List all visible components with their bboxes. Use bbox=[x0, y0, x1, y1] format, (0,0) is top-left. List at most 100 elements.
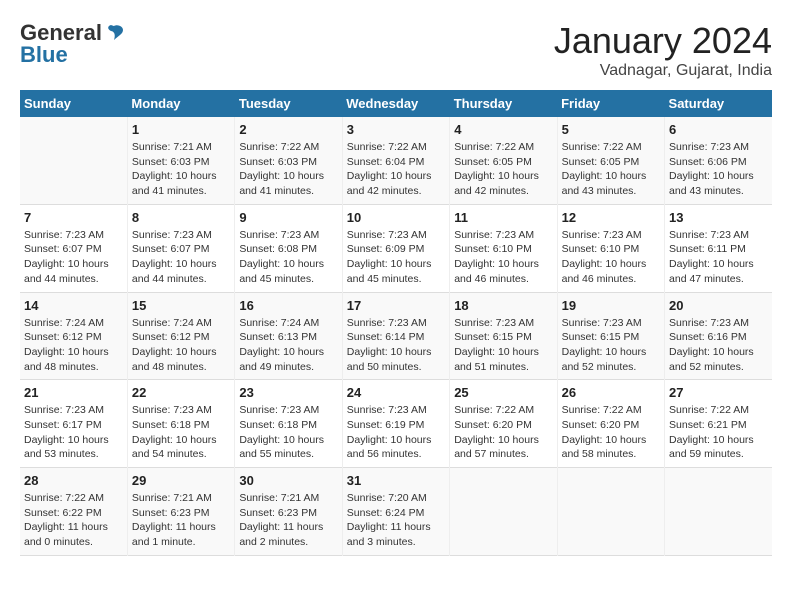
calendar-cell: 6 Sunrise: 7:23 AMSunset: 6:06 PMDaylight… bbox=[665, 117, 772, 204]
day-number: 17 bbox=[347, 298, 445, 313]
calendar-cell bbox=[557, 468, 664, 556]
day-number: 19 bbox=[562, 298, 660, 313]
calendar-week-row: 21Sunrise: 7:23 AMSunset: 6:17 PMDayligh… bbox=[20, 380, 772, 468]
weekday-header: Saturday bbox=[665, 90, 772, 117]
day-number: 21 bbox=[24, 385, 123, 400]
calendar-cell: 2 Sunrise: 7:22 AMSunset: 6:03 PMDaylight… bbox=[235, 117, 342, 204]
calendar-cell: 1 Sunrise: 7:21 AMSunset: 6:03 PMDaylight… bbox=[127, 117, 234, 204]
day-number: 3 bbox=[347, 122, 445, 137]
day-number: 16 bbox=[239, 298, 337, 313]
calendar-cell: 13 Sunrise: 7:23 AMSunset: 6:11 PMDayligh… bbox=[665, 204, 772, 292]
day-info: Sunrise: 7:23 AMSunset: 6:15 PMDaylight:… bbox=[562, 316, 660, 375]
day-info: Sunrise: 7:22 AMSunset: 6:22 PMDaylight:… bbox=[24, 491, 123, 550]
calendar-cell bbox=[20, 117, 127, 204]
calendar-cell: 25Sunrise: 7:22 AMSunset: 6:20 PMDayligh… bbox=[450, 380, 557, 468]
day-number: 6 bbox=[669, 122, 768, 137]
day-info: Sunrise: 7:23 AMSunset: 6:10 PMDaylight:… bbox=[454, 228, 552, 287]
day-info: Sunrise: 7:22 AMSunset: 6:05 PMDaylight:… bbox=[454, 140, 552, 199]
day-number: 5 bbox=[562, 122, 660, 137]
weekday-header: Monday bbox=[127, 90, 234, 117]
day-info: Sunrise: 7:23 AMSunset: 6:06 PMDaylight:… bbox=[669, 140, 768, 199]
day-number: 30 bbox=[239, 473, 337, 488]
logo: General Blue bbox=[20, 20, 125, 68]
calendar-cell: 8 Sunrise: 7:23 AMSunset: 6:07 PMDaylight… bbox=[127, 204, 234, 292]
day-number: 10 bbox=[347, 210, 445, 225]
weekday-header: Tuesday bbox=[235, 90, 342, 117]
weekday-header: Friday bbox=[557, 90, 664, 117]
day-info: Sunrise: 7:23 AMSunset: 6:09 PMDaylight:… bbox=[347, 228, 445, 287]
calendar-cell: 16Sunrise: 7:24 AMSunset: 6:13 PMDayligh… bbox=[235, 292, 342, 380]
day-number: 11 bbox=[454, 210, 552, 225]
logo-blue: Blue bbox=[20, 42, 68, 68]
calendar-body: 1 Sunrise: 7:21 AMSunset: 6:03 PMDaylight… bbox=[20, 117, 772, 555]
calendar-cell: 29 Sunrise: 7:21 AMSunset: 6:23 PMDayligh… bbox=[127, 468, 234, 556]
day-number: 8 bbox=[132, 210, 230, 225]
day-number: 31 bbox=[347, 473, 445, 488]
day-number: 2 bbox=[239, 122, 337, 137]
calendar-cell: 27Sunrise: 7:22 AMSunset: 6:21 PMDayligh… bbox=[665, 380, 772, 468]
day-info: Sunrise: 7:23 AMSunset: 6:10 PMDaylight:… bbox=[562, 228, 660, 287]
day-info: Sunrise: 7:23 AMSunset: 6:11 PMDaylight:… bbox=[669, 228, 768, 287]
calendar-cell: 12 Sunrise: 7:23 AMSunset: 6:10 PMDayligh… bbox=[557, 204, 664, 292]
calendar-cell: 11 Sunrise: 7:23 AMSunset: 6:10 PMDayligh… bbox=[450, 204, 557, 292]
calendar-cell: 9 Sunrise: 7:23 AMSunset: 6:08 PMDaylight… bbox=[235, 204, 342, 292]
day-number: 23 bbox=[239, 385, 337, 400]
day-number: 18 bbox=[454, 298, 552, 313]
calendar-week-row: 28Sunrise: 7:22 AMSunset: 6:22 PMDayligh… bbox=[20, 468, 772, 556]
day-info: Sunrise: 7:22 AMSunset: 6:03 PMDaylight:… bbox=[239, 140, 337, 199]
calendar-cell bbox=[665, 468, 772, 556]
location: Vadnagar, Gujarat, India bbox=[554, 62, 772, 80]
day-info: Sunrise: 7:21 AMSunset: 6:23 PMDaylight:… bbox=[239, 491, 337, 550]
day-info: Sunrise: 7:21 AMSunset: 6:23 PMDaylight:… bbox=[132, 491, 230, 550]
day-info: Sunrise: 7:23 AMSunset: 6:15 PMDaylight:… bbox=[454, 316, 552, 375]
calendar-cell: 19 Sunrise: 7:23 AMSunset: 6:15 PMDayligh… bbox=[557, 292, 664, 380]
weekday-header: Thursday bbox=[450, 90, 557, 117]
calendar-table: SundayMondayTuesdayWednesdayThursdayFrid… bbox=[20, 90, 772, 556]
day-info: Sunrise: 7:23 AMSunset: 6:08 PMDaylight:… bbox=[239, 228, 337, 287]
day-number: 9 bbox=[239, 210, 337, 225]
day-info: Sunrise: 7:21 AMSunset: 6:03 PMDaylight:… bbox=[132, 140, 230, 199]
day-number: 15 bbox=[132, 298, 230, 313]
day-info: Sunrise: 7:23 AMSunset: 6:07 PMDaylight:… bbox=[24, 228, 123, 287]
weekday-header: Sunday bbox=[20, 90, 127, 117]
calendar-cell: 22Sunrise: 7:23 AMSunset: 6:18 PMDayligh… bbox=[127, 380, 234, 468]
calendar-cell: 23 Sunrise: 7:23 AMSunset: 6:18 PMDayligh… bbox=[235, 380, 342, 468]
day-number: 20 bbox=[669, 298, 768, 313]
calendar-cell bbox=[450, 468, 557, 556]
calendar-cell: 21Sunrise: 7:23 AMSunset: 6:17 PMDayligh… bbox=[20, 380, 127, 468]
day-info: Sunrise: 7:24 AMSunset: 6:12 PMDaylight:… bbox=[24, 316, 123, 375]
page-header: General Blue January 2024 Vadnagar, Guja… bbox=[20, 20, 772, 80]
calendar-cell: 15Sunrise: 7:24 AMSunset: 6:12 PMDayligh… bbox=[127, 292, 234, 380]
day-info: Sunrise: 7:23 AMSunset: 6:14 PMDaylight:… bbox=[347, 316, 445, 375]
day-number: 22 bbox=[132, 385, 230, 400]
calendar-cell: 20 Sunrise: 7:23 AMSunset: 6:16 PMDayligh… bbox=[665, 292, 772, 380]
calendar-cell: 30 Sunrise: 7:21 AMSunset: 6:23 PMDayligh… bbox=[235, 468, 342, 556]
day-number: 12 bbox=[562, 210, 660, 225]
day-number: 1 bbox=[132, 122, 230, 137]
logo-bird-icon bbox=[103, 22, 125, 44]
calendar-cell: 4Sunrise: 7:22 AMSunset: 6:05 PMDaylight… bbox=[450, 117, 557, 204]
day-number: 26 bbox=[562, 385, 660, 400]
calendar-week-row: 14Sunrise: 7:24 AMSunset: 6:12 PMDayligh… bbox=[20, 292, 772, 380]
calendar-cell: 18 Sunrise: 7:23 AMSunset: 6:15 PMDayligh… bbox=[450, 292, 557, 380]
calendar-cell: 10 Sunrise: 7:23 AMSunset: 6:09 PMDayligh… bbox=[342, 204, 449, 292]
day-info: Sunrise: 7:22 AMSunset: 6:04 PMDaylight:… bbox=[347, 140, 445, 199]
month-title: January 2024 bbox=[554, 20, 772, 62]
day-number: 13 bbox=[669, 210, 768, 225]
calendar-cell: 28Sunrise: 7:22 AMSunset: 6:22 PMDayligh… bbox=[20, 468, 127, 556]
day-info: Sunrise: 7:22 AMSunset: 6:21 PMDaylight:… bbox=[669, 403, 768, 462]
day-info: Sunrise: 7:23 AMSunset: 6:07 PMDaylight:… bbox=[132, 228, 230, 287]
day-info: Sunrise: 7:20 AMSunset: 6:24 PMDaylight:… bbox=[347, 491, 445, 550]
day-info: Sunrise: 7:23 AMSunset: 6:18 PMDaylight:… bbox=[239, 403, 337, 462]
day-number: 25 bbox=[454, 385, 552, 400]
weekday-row: SundayMondayTuesdayWednesdayThursdayFrid… bbox=[20, 90, 772, 117]
calendar-cell: 31 Sunrise: 7:20 AMSunset: 6:24 PMDayligh… bbox=[342, 468, 449, 556]
calendar-cell: 7Sunrise: 7:23 AMSunset: 6:07 PMDaylight… bbox=[20, 204, 127, 292]
calendar-cell: 5 Sunrise: 7:22 AMSunset: 6:05 PMDaylight… bbox=[557, 117, 664, 204]
calendar-week-row: 1 Sunrise: 7:21 AMSunset: 6:03 PMDaylight… bbox=[20, 117, 772, 204]
day-info: Sunrise: 7:23 AMSunset: 6:16 PMDaylight:… bbox=[669, 316, 768, 375]
day-info: Sunrise: 7:22 AMSunset: 6:05 PMDaylight:… bbox=[562, 140, 660, 199]
calendar-cell: 17 Sunrise: 7:23 AMSunset: 6:14 PMDayligh… bbox=[342, 292, 449, 380]
day-number: 29 bbox=[132, 473, 230, 488]
calendar-cell: 14Sunrise: 7:24 AMSunset: 6:12 PMDayligh… bbox=[20, 292, 127, 380]
